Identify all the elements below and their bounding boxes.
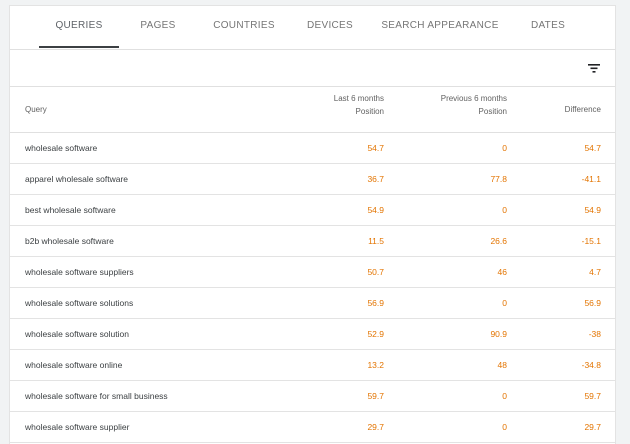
difference-cell: 54.7 — [584, 143, 601, 153]
last-position-cell: 52.9 — [367, 329, 384, 339]
tab-pages[interactable]: PAGES — [128, 6, 188, 49]
query-cell: wholesale software suppliers — [25, 267, 134, 277]
table-row[interactable]: wholesale software supplier 29.7 0 29.7 — [10, 412, 615, 443]
difference-cell: 4.7 — [589, 267, 601, 277]
tab-queries[interactable]: QUERIES — [39, 6, 119, 49]
difference-cell: -41.1 — [581, 174, 601, 184]
tab-search-appearance[interactable]: SEARCH APPEARANCE — [380, 6, 500, 49]
last-position-cell: 59.7 — [367, 391, 384, 401]
header-previous-6-months[interactable]: Previous 6 months Position — [441, 93, 507, 118]
difference-cell: 29.7 — [584, 422, 601, 432]
last-position-cell: 11.5 — [368, 236, 384, 246]
last-position-cell: 13.2 — [367, 360, 384, 370]
previous-position-cell: 0 — [502, 422, 507, 432]
difference-cell: 59.7 — [584, 391, 601, 401]
header-difference[interactable]: Difference — [565, 104, 601, 116]
table-body: wholesale software 54.7 0 54.7 apparel w… — [10, 133, 615, 443]
query-cell: wholesale software solution — [25, 329, 129, 339]
table-row[interactable]: wholesale software online 13.2 48 -34.8 — [10, 350, 615, 381]
header-previous-6-months-line1: Previous 6 months — [440, 94, 507, 103]
previous-position-cell: 0 — [502, 143, 507, 153]
header-last-6-months-line1: Last 6 months — [333, 94, 384, 103]
query-cell: wholesale software supplier — [25, 422, 130, 432]
tab-dates[interactable]: DATES — [520, 6, 576, 49]
last-position-cell: 50.7 — [367, 267, 384, 277]
last-position-cell: 54.9 — [367, 205, 384, 215]
table-row[interactable]: best wholesale software 54.9 0 54.9 — [10, 195, 615, 226]
query-cell: b2b wholesale software — [25, 236, 114, 246]
query-cell: wholesale software — [25, 143, 98, 153]
table-row[interactable]: b2b wholesale software 11.5 26.6 -15.1 — [10, 226, 615, 257]
tab-devices[interactable]: DEVICES — [294, 6, 366, 49]
header-last-6-months[interactable]: Last 6 months Position — [334, 93, 384, 118]
table-row[interactable]: apparel wholesale software 36.7 77.8 -41… — [10, 164, 615, 195]
previous-position-cell: 48 — [497, 360, 507, 370]
filter-list-icon — [588, 64, 600, 73]
table-row[interactable]: wholesale software 54.7 0 54.7 — [10, 133, 615, 164]
last-position-cell: 29.7 — [367, 422, 384, 432]
difference-cell: -15.1 — [581, 236, 601, 246]
header-last-6-months-line2: Position — [355, 107, 384, 116]
last-position-cell: 54.7 — [367, 143, 384, 153]
query-cell: best wholesale software — [25, 205, 116, 215]
query-cell: wholesale software solutions — [25, 298, 134, 308]
difference-cell: 56.9 — [584, 298, 601, 308]
filter-button[interactable] — [584, 58, 606, 78]
tab-countries[interactable]: COUNTRIES — [204, 6, 284, 49]
last-position-cell: 56.9 — [367, 298, 384, 308]
table-row[interactable]: wholesale software suppliers 50.7 46 4.7 — [10, 257, 615, 288]
previous-position-cell: 0 — [502, 391, 507, 401]
previous-position-cell: 77.8 — [490, 174, 507, 184]
previous-position-cell: 0 — [502, 205, 507, 215]
query-cell: wholesale software online — [25, 360, 123, 370]
last-position-cell: 36.7 — [367, 174, 384, 184]
previous-position-cell: 0 — [502, 298, 507, 308]
active-tab-indicator — [39, 46, 119, 48]
dimension-tabs: QUERIES PAGES COUNTRIES DEVICES SEARCH A… — [10, 6, 615, 50]
table-row[interactable]: wholesale software for small business 59… — [10, 381, 615, 412]
difference-cell: 54.9 — [584, 205, 601, 215]
table-row[interactable]: wholesale software solutions 56.9 0 56.9 — [10, 288, 615, 319]
difference-cell: -34.8 — [581, 360, 601, 370]
previous-position-cell: 46 — [497, 267, 507, 277]
query-cell: apparel wholesale software — [25, 174, 129, 184]
table-header: Query Last 6 months Position Previous 6 … — [10, 87, 615, 133]
previous-position-cell: 26.6 — [490, 236, 507, 246]
previous-position-cell: 90.9 — [490, 329, 507, 339]
performance-report-card: QUERIES PAGES COUNTRIES DEVICES SEARCH A… — [9, 5, 616, 444]
query-cell: wholesale software for small business — [25, 391, 168, 401]
header-previous-6-months-line2: Position — [478, 107, 507, 116]
difference-cell: -38 — [588, 329, 601, 339]
table-toolbar — [10, 50, 615, 87]
header-query[interactable]: Query — [25, 104, 47, 116]
table-row[interactable]: wholesale software solution 52.9 90.9 -3… — [10, 319, 615, 350]
